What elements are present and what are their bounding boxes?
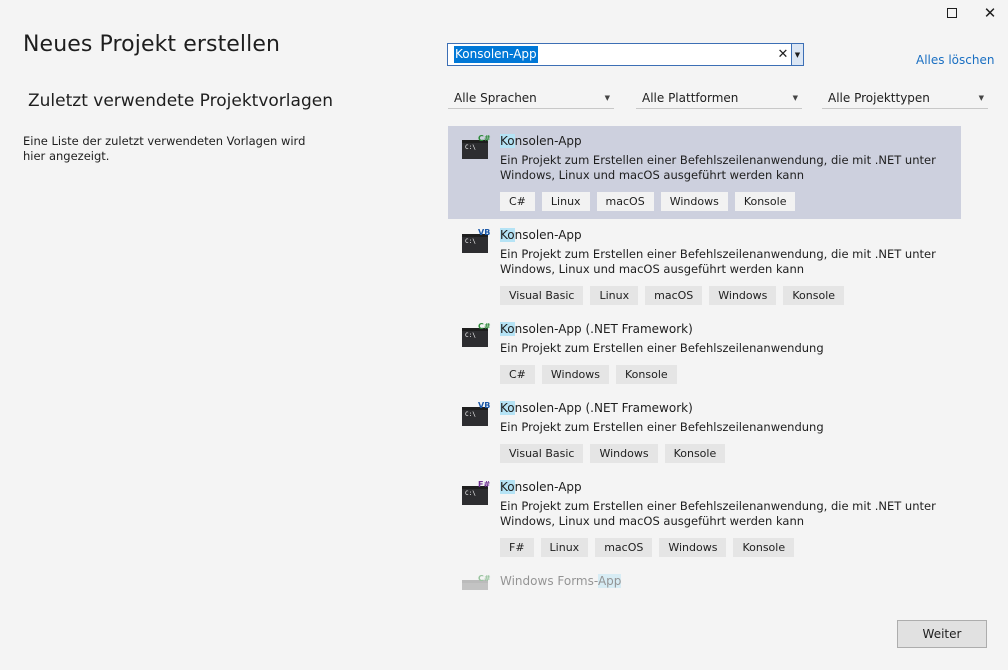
windows-forms-app-icon: C# [462,574,491,590]
template-tags: F# Linux macOS Windows Konsole [500,538,795,557]
platform-filter-value: Alle Plattformen [642,91,739,105]
template-name: Konsolen-App (.NET Framework) [500,322,693,336]
console-app-csharp-icon: C:\ C# [462,134,491,160]
chevron-down-icon: ▼ [978,94,984,102]
template-tags: Visual Basic Linux macOS Windows Konsole [500,286,845,305]
template-description: Ein Projekt zum Erstellen einer Befehlsz… [500,341,824,355]
recent-templates-title: Zuletzt verwendete Projektvorlagen [28,91,333,111]
template-name: Konsolen-App [500,228,582,242]
tag: Linux [541,192,590,211]
page-title: Neues Projekt erstellen [23,32,281,57]
template-description: Ein Projekt zum Erstellen einer Befehlsz… [500,499,936,528]
template-item-console-app-csharp[interactable]: C:\ C# Konsolen-App Ein Projekt zum Erst… [448,126,961,219]
tag: Windows [709,286,777,305]
project-type-filter-value: Alle Projekttypen [828,91,930,105]
console-app-csharp-icon: C:\ C# [462,322,491,348]
tag: C# [500,192,535,211]
clear-search-icon[interactable]: ✕ [775,44,791,65]
chevron-down-icon: ▼ [792,94,798,102]
template-item-console-app-fsharp[interactable]: C:\ F# Konsolen-App Ein Projekt zum Erst… [448,472,961,565]
console-app-vb-icon: C:\ VB [462,401,490,427]
close-window-button[interactable]: ✕ [980,3,1000,23]
project-type-filter[interactable]: Alle Projekttypen ▼ [822,87,988,109]
template-item-windows-forms-app[interactable]: C# Windows Forms-App [448,566,961,590]
template-description: Ein Projekt zum Erstellen einer Befehlsz… [500,420,824,434]
template-tags: C# Linux macOS Windows Konsole [500,192,796,211]
template-name: Konsolen-App (.NET Framework) [500,401,693,415]
search-box[interactable]: Konsolen-App ✕ ▼ [447,43,804,66]
tag: Konsole [616,365,677,384]
recent-templates-description: Eine Liste der zuletzt verwendeten Vorla… [23,134,306,163]
tag: Linux [540,538,589,557]
search-history-dropdown[interactable]: ▼ [791,44,803,65]
tag: Visual Basic [500,444,584,463]
tag: macOS [596,192,654,211]
tag: Konsole [733,538,795,557]
chevron-down-icon: ▼ [794,50,801,59]
maximize-icon [947,8,957,18]
template-item-console-app-netfx-csharp[interactable]: C:\ C# Konsolen-App (.NET Framework) Ein… [448,314,961,392]
tag: Windows [660,192,728,211]
template-name: Konsolen-App [500,480,582,494]
tag: Linux [590,286,639,305]
language-filter-value: Alle Sprachen [454,91,537,105]
template-name: Windows Forms-App [500,574,622,588]
chevron-down-icon: ▼ [604,94,610,102]
next-button[interactable]: Weiter [897,620,987,648]
tag: Visual Basic [500,286,584,305]
console-app-vb-icon: C:\ VB [462,228,490,254]
tag: Konsole [734,192,796,211]
tag: F# [500,538,534,557]
console-app-fsharp-icon: C:\ F# [462,480,490,506]
template-item-console-app-netfx-vb[interactable]: C:\ VB Konsolen-App (.NET Framework) Ein… [448,393,961,471]
tag: Windows [659,538,727,557]
template-name: Konsolen-App [500,134,582,148]
platform-filter[interactable]: Alle Plattformen ▼ [636,87,802,109]
tag: macOS [595,538,653,557]
close-icon: ✕ [983,4,997,22]
language-filter[interactable]: Alle Sprachen ▼ [448,87,614,109]
tag: C# [500,365,535,384]
search-input[interactable]: Konsolen-App [454,46,538,63]
template-tags: Visual Basic Windows Konsole [500,444,726,463]
tag: Windows [590,444,658,463]
maximize-button[interactable] [942,3,962,23]
template-item-console-app-vb[interactable]: C:\ VB Konsolen-App Ein Projekt zum Erst… [448,220,961,313]
tag: Konsole [783,286,845,305]
template-description: Ein Projekt zum Erstellen einer Befehlsz… [500,153,936,182]
clear-all-link[interactable]: Alles löschen [916,53,994,67]
tag: Windows [541,365,610,384]
template-description: Ein Projekt zum Erstellen einer Befehlsz… [500,247,936,276]
tag: macOS [645,286,703,305]
template-tags: C# Windows Konsole [500,365,677,384]
tag: Konsole [664,444,726,463]
